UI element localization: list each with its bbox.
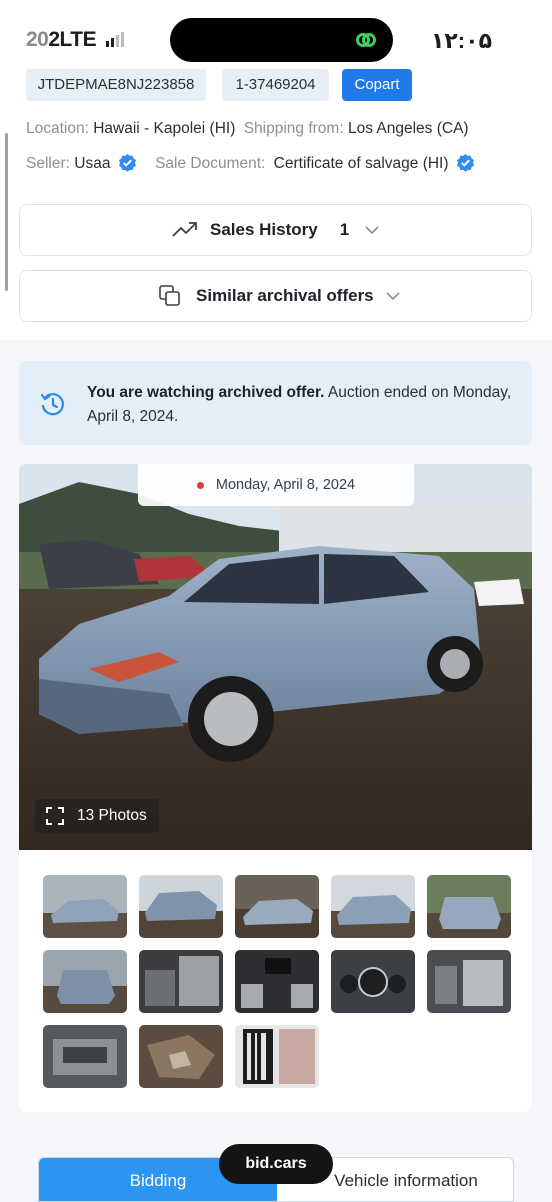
carrier-status: 202LTE [26,28,124,52]
thumbnail[interactable] [139,1025,223,1088]
thumbnail[interactable] [427,875,511,938]
seller-label: Seller: [26,155,70,172]
dynamic-island [170,18,393,62]
history-icon [40,393,64,416]
thumbnail[interactable] [139,950,223,1013]
photo-count-label: 13 Photos [77,807,147,824]
trending-up-icon [172,222,197,237]
photo-count-button[interactable]: 13 Photos [35,799,159,833]
verified-icon [456,153,474,172]
thumbnail[interactable] [235,950,319,1013]
brand-logo: bid.cars [219,1144,333,1184]
live-dot-icon [196,481,204,489]
thumbnail[interactable] [331,875,415,938]
thumbnail[interactable] [43,875,127,938]
clock: ۱۲:۰۵ [430,28,492,53]
thumbnail[interactable] [139,875,223,938]
notice-text: You are watching archived offer. Auction… [87,381,517,429]
location-row: Location: Hawaii - Kapolei (HI) Shipping… [26,120,469,138]
archived-notice: You are watching archived offer. Auction… [19,361,532,445]
copy-icon [159,285,180,306]
auction-source-badge[interactable]: Copart [342,69,412,101]
seller-row: Seller: Usaa Sale Document: Certificate … [26,153,475,173]
main-vehicle-photo[interactable] [19,464,532,850]
fullscreen-icon [46,807,64,825]
thumbnail[interactable] [43,1025,127,1088]
status-bar: 202LTE ۱۲:۰۵ [0,0,552,64]
lot-chip[interactable]: 1-37469204 [222,69,329,101]
chevron-down-icon [386,291,400,300]
thumbnail[interactable] [235,875,319,938]
link-icon [356,33,376,47]
similar-offers-label: Similar archival offers [196,286,374,305]
shipping-value: Los Angeles (CA) [347,120,469,137]
thumbnail[interactable] [427,950,511,1013]
location-value: Hawaii - Kapolei (HI) [93,120,236,137]
document-label: Sale Document: [155,155,266,172]
signal-icon [105,29,124,47]
thumbnail[interactable] [43,950,127,1013]
sales-history-dropdown[interactable]: Sales History 1 [19,204,532,256]
shipping-label: Shipping from: [243,120,344,137]
sales-history-label: Sales History [210,220,318,239]
sales-history-count: 1 [339,220,350,239]
scroll-indicator[interactable] [5,133,8,291]
chevron-down-icon [365,225,379,234]
document-value: Certificate of salvage (HI) [273,155,449,172]
seller-value: Usaa [74,155,111,172]
similar-offers-dropdown[interactable]: Similar archival offers [19,270,532,322]
location-label: Location: [26,120,89,137]
thumbnail[interactable] [235,1025,319,1088]
verified-icon [118,153,136,172]
auction-date: Monday, April 8, 2024 [215,477,356,493]
notice-bold: You are watching archived offer. [87,384,325,401]
thumbnail[interactable] [331,950,415,1013]
vin-chip[interactable]: JTDEPMAE8NJ223858 [26,69,206,101]
auction-date-badge: Monday, April 8, 2024 [138,464,414,506]
photo-gallery: Monday, April 8, 2024 13 Photos [19,464,532,1112]
